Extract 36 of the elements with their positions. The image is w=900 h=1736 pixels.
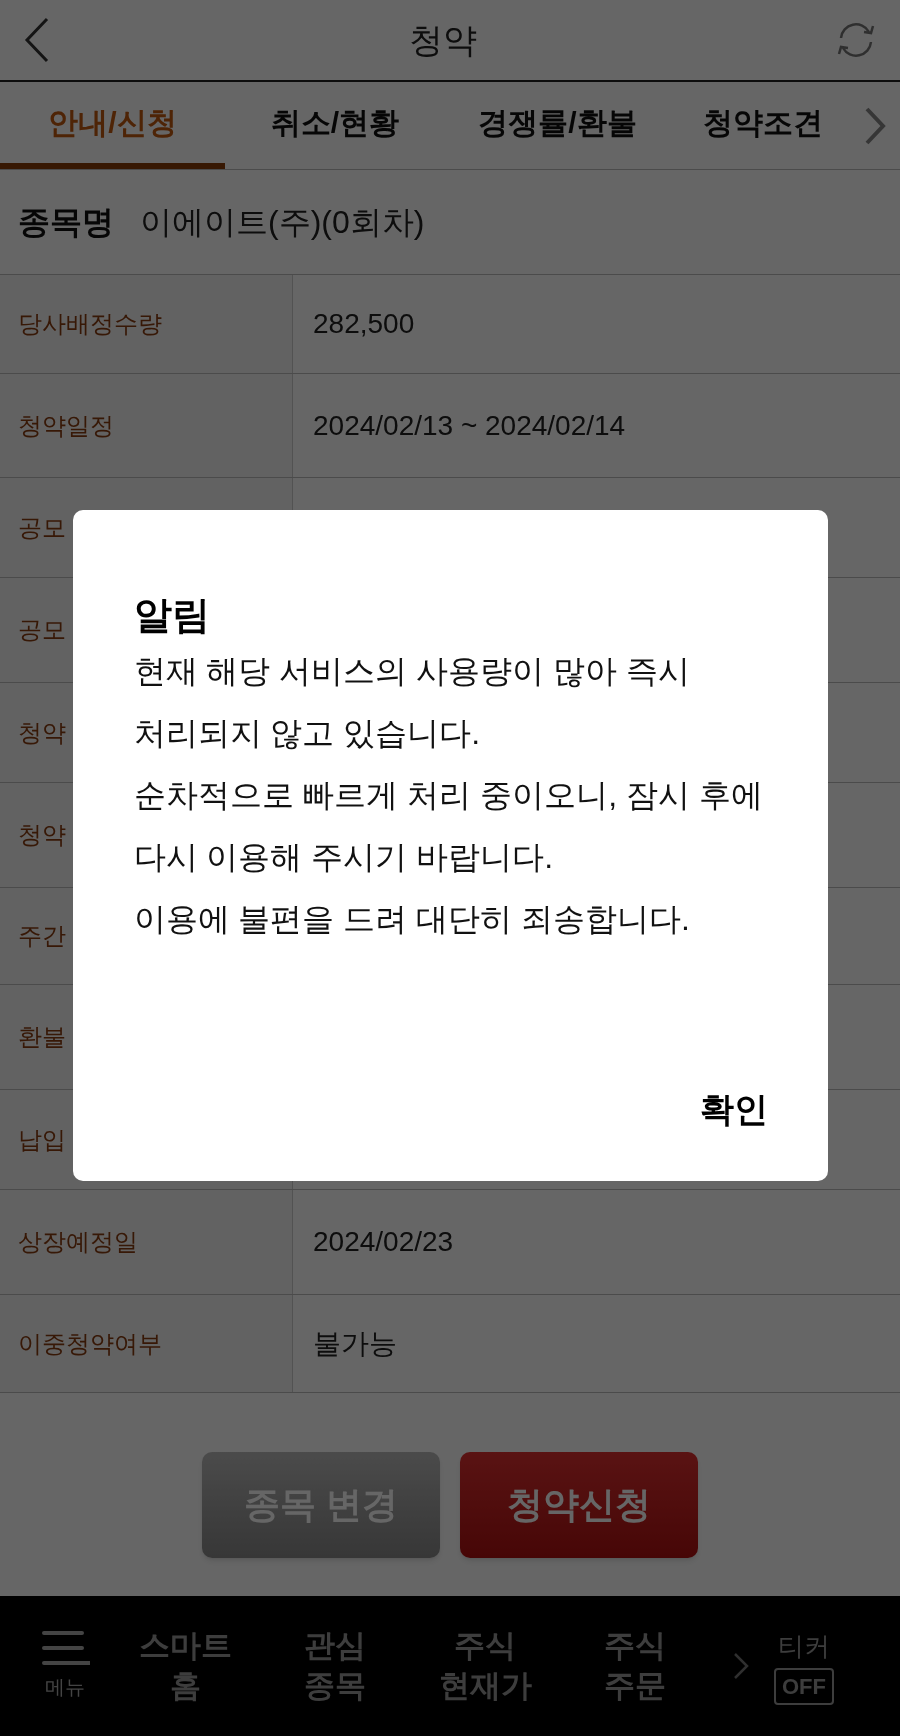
tab[interactable]: 청약조견	[670, 82, 855, 169]
dialog-message: 현재 해당 서비스의 사용량이 많아 즉시 처리되지 않고 있습니다. 순차적으로 빠르게 처리 중이오니, 잠시 후에 다시 이용해 주시기 바랍니다. 이용에 불편을 드려 대단히 죄송합니다.	[133, 652, 764, 939]
row-label: 납입	[18, 1124, 66, 1155]
menu-label: 메뉴	[45, 1675, 85, 1700]
field-label: 종목명	[18, 203, 114, 242]
tab[interactable]: 경쟁률/환불	[445, 82, 670, 169]
row-label: 환불	[18, 1022, 66, 1052]
page-title: 청약	[409, 19, 477, 61]
row-value: 불가능	[313, 1326, 397, 1361]
apply-button[interactable]: 청약신청	[460, 1451, 698, 1558]
row-label: 주간	[18, 921, 66, 951]
row-label: 청약	[18, 717, 66, 748]
nav-item[interactable]: 스마트 홈	[110, 1626, 260, 1706]
ticker-toggle[interactable]: 티커 OFF	[774, 1627, 834, 1705]
menu-button[interactable]: 메뉴	[20, 1630, 110, 1702]
tab[interactable]: 취소/현황	[225, 82, 445, 169]
dialog-title: 알림	[133, 593, 211, 638]
ticker-label: 티커	[778, 1630, 830, 1663]
row-value: 2024/02/13 ~ 2024/02/14	[313, 408, 626, 443]
row-label: 상장예정일	[18, 1227, 138, 1257]
row-label: 청약	[18, 820, 66, 850]
stock-name: 이에이트(주)(0회차)	[140, 203, 425, 242]
row-value: 2024/02/23	[313, 1225, 454, 1259]
row-label: 이중청약여부	[18, 1328, 162, 1359]
row-label: 청약일정	[18, 410, 114, 441]
row-value: 282,500	[313, 307, 415, 341]
ticker-state: OFF	[774, 1668, 834, 1705]
row-label: 공모	[18, 615, 66, 645]
row-label: 공모	[18, 512, 66, 543]
nav-item[interactable]: 주식 주문	[560, 1626, 710, 1706]
row-label: 당사배정수량	[18, 309, 162, 339]
menu-icon	[40, 1630, 90, 1666]
nav-item[interactable]: 주식 현재가	[410, 1626, 560, 1706]
confirm-button[interactable]: 확인	[679, 1078, 788, 1141]
nav-item[interactable]: 관심 종목	[260, 1626, 410, 1706]
tab[interactable]: 안내/신청	[0, 82, 225, 169]
